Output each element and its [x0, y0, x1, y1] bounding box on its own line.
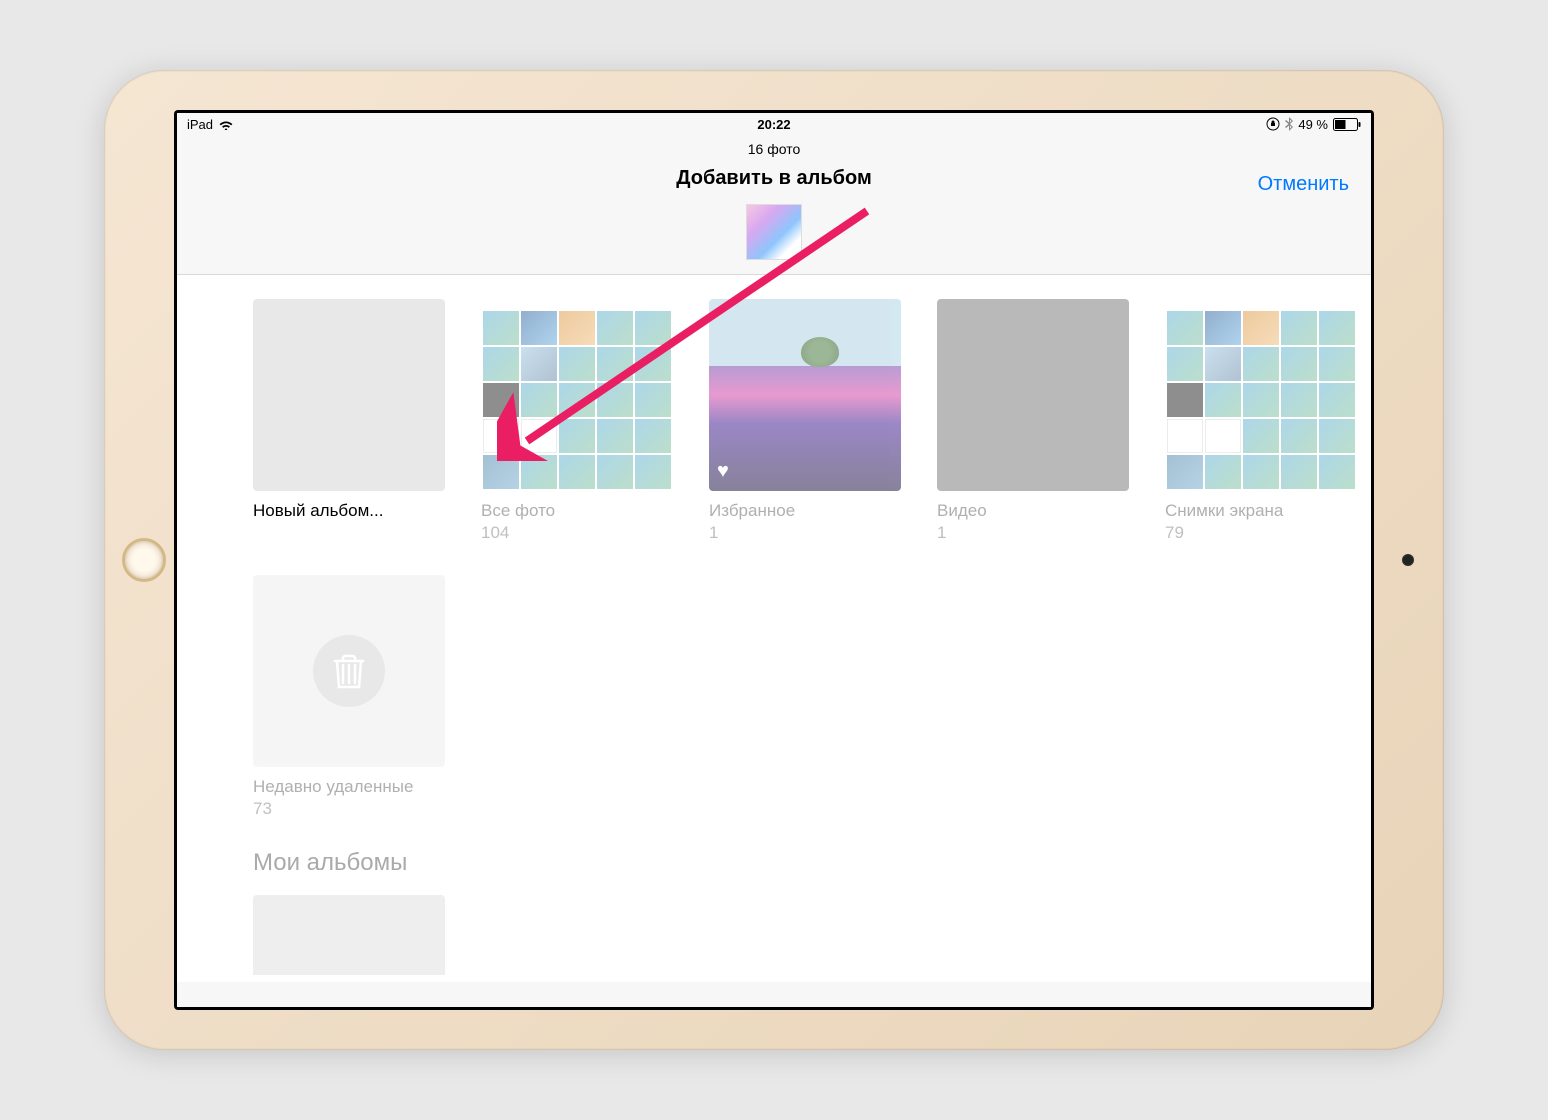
clock: 20:22	[757, 117, 790, 132]
bluetooth-icon	[1285, 117, 1293, 131]
battery-percentage: 49 %	[1298, 117, 1328, 132]
status-bar: iPad 20:22 49 %	[177, 113, 1371, 135]
album-name-label: Видео	[937, 501, 1129, 521]
album-count-label: 73	[253, 799, 445, 819]
album-count-label: 1	[709, 523, 901, 543]
home-button[interactable]	[122, 538, 166, 582]
heart-icon: ♥	[717, 460, 729, 483]
modal-header: 16 фото Добавить в альбом Отменить	[177, 135, 1371, 275]
album-count-label: 79	[1165, 523, 1357, 543]
album-thumb	[1165, 299, 1357, 491]
album-count-label: 104	[481, 523, 673, 543]
rotation-lock-icon	[1266, 117, 1280, 131]
album-count-label: 1	[937, 523, 1129, 543]
selection-preview-thumbnail	[746, 204, 802, 260]
album-all-photos[interactable]: Все фото 104	[481, 299, 673, 543]
album-screenshots[interactable]: Снимки экрана 79	[1165, 299, 1357, 543]
photo-count-label: 16 фото	[177, 141, 1371, 157]
album-name-label: Снимки экрана	[1165, 501, 1357, 521]
album-name-label: Новый альбом...	[253, 501, 445, 521]
album-item-partial[interactable]	[253, 895, 445, 975]
album-thumb	[481, 299, 673, 491]
album-name-label: Недавно удаленные	[253, 777, 445, 797]
album-recently-deleted[interactable]: Недавно удаленные 73	[253, 575, 445, 819]
cancel-button[interactable]: Отменить	[1258, 173, 1349, 196]
album-picker-content: Новый альбом... Все фото 104	[177, 275, 1371, 982]
device-label: iPad	[187, 117, 213, 132]
album-thumb	[253, 575, 445, 767]
album-favorites[interactable]: ♥ Избранное 1	[709, 299, 901, 543]
album-thumb	[937, 299, 1129, 491]
album-name-label: Все фото	[481, 501, 673, 521]
modal-title: Добавить в альбом	[177, 167, 1371, 190]
screen: iPad 20:22 49 %	[177, 113, 1371, 1007]
wifi-icon	[218, 118, 234, 130]
trash-icon	[333, 653, 365, 689]
battery-icon	[1333, 118, 1361, 131]
front-camera	[1402, 554, 1414, 566]
ipad-device-frame: iPad 20:22 49 %	[104, 70, 1444, 1050]
new-album-placeholder-thumb	[253, 299, 445, 491]
album-thumb: ♥	[709, 299, 901, 491]
album-name-label: Избранное	[709, 501, 901, 521]
album-new[interactable]: Новый альбом...	[253, 299, 445, 543]
album-videos[interactable]: Видео 1	[937, 299, 1129, 543]
section-my-albums-title: Мои альбомы	[253, 849, 1341, 877]
album-thumb	[253, 895, 445, 975]
